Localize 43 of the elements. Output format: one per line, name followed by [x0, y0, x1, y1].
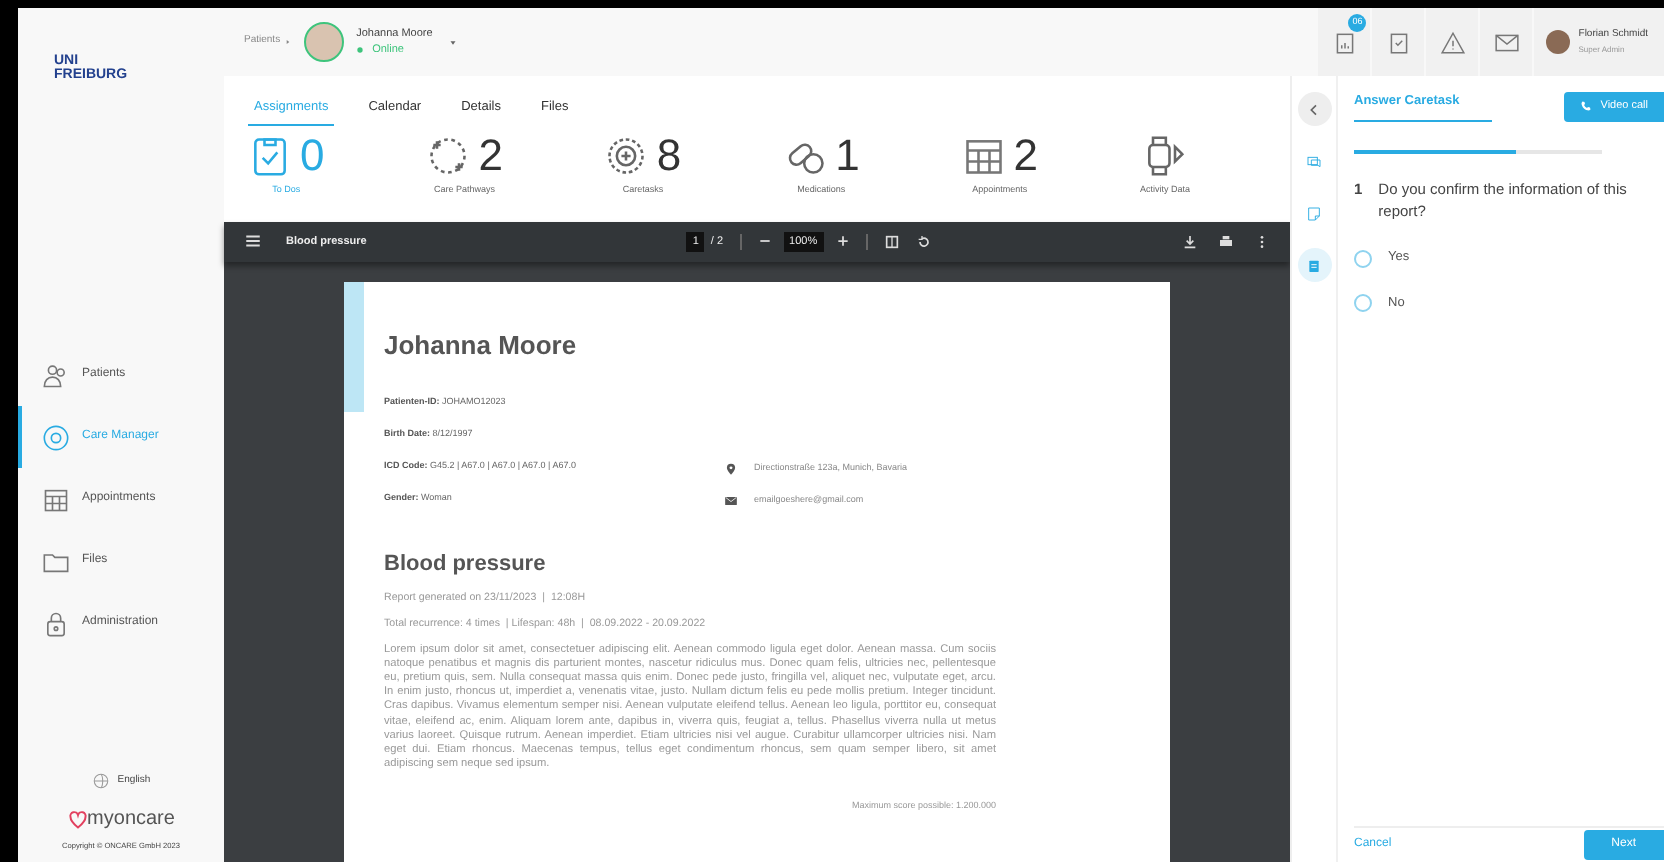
lock-icon	[42, 609, 70, 637]
stat-count: 1	[835, 133, 860, 178]
clipboard-check-icon[interactable]	[1385, 29, 1412, 55]
print-icon[interactable]	[1218, 233, 1234, 250]
page-accent-strip	[344, 281, 364, 412]
envelope-icon	[724, 493, 738, 508]
phone-icon	[1580, 100, 1593, 113]
report-icon[interactable]	[1331, 29, 1358, 55]
globe-icon	[91, 772, 110, 791]
radio-button[interactable]	[1354, 294, 1372, 313]
user-avatar[interactable]	[1546, 30, 1571, 54]
clipboard-icon	[1306, 257, 1322, 273]
patient-name: Johanna Moore	[384, 327, 579, 364]
chat-icon	[1306, 153, 1322, 169]
dashed-circle-cross-icon	[426, 133, 471, 178]
smartwatch-icon	[1142, 133, 1187, 178]
stat-count: 8	[656, 133, 682, 178]
brand-name: myoncare	[87, 806, 175, 835]
people-icon	[42, 361, 70, 389]
status-dot-icon	[356, 46, 365, 55]
note-icon	[1306, 205, 1322, 221]
rotate-icon[interactable]	[915, 233, 932, 250]
fit-page-icon[interactable]	[883, 233, 900, 250]
mail-icon[interactable]	[1493, 29, 1520, 55]
heart-icon	[67, 809, 88, 830]
calendar-icon	[42, 485, 70, 513]
patient-avatar	[304, 22, 345, 62]
menu-icon[interactable]	[244, 232, 262, 251]
warning-icon[interactable]	[1439, 29, 1466, 55]
caret-icon[interactable]	[448, 37, 459, 47]
clipboard-check-icon	[248, 133, 292, 178]
report-title: Blood pressure	[384, 550, 548, 581]
location-pin-icon	[724, 461, 738, 476]
download-icon[interactable]	[1182, 233, 1198, 250]
zoom-in-icon[interactable]	[835, 234, 850, 249]
gear-circle-icon	[42, 423, 70, 451]
cross-circle-icon	[604, 133, 649, 178]
side-tool[interactable]	[1297, 248, 1331, 282]
stat-count: 2	[1013, 133, 1038, 178]
radio-button[interactable]	[1354, 249, 1372, 268]
chevron-left-icon	[1306, 101, 1322, 117]
stat-count: 0	[300, 133, 325, 178]
stat-count: 2	[478, 133, 503, 178]
